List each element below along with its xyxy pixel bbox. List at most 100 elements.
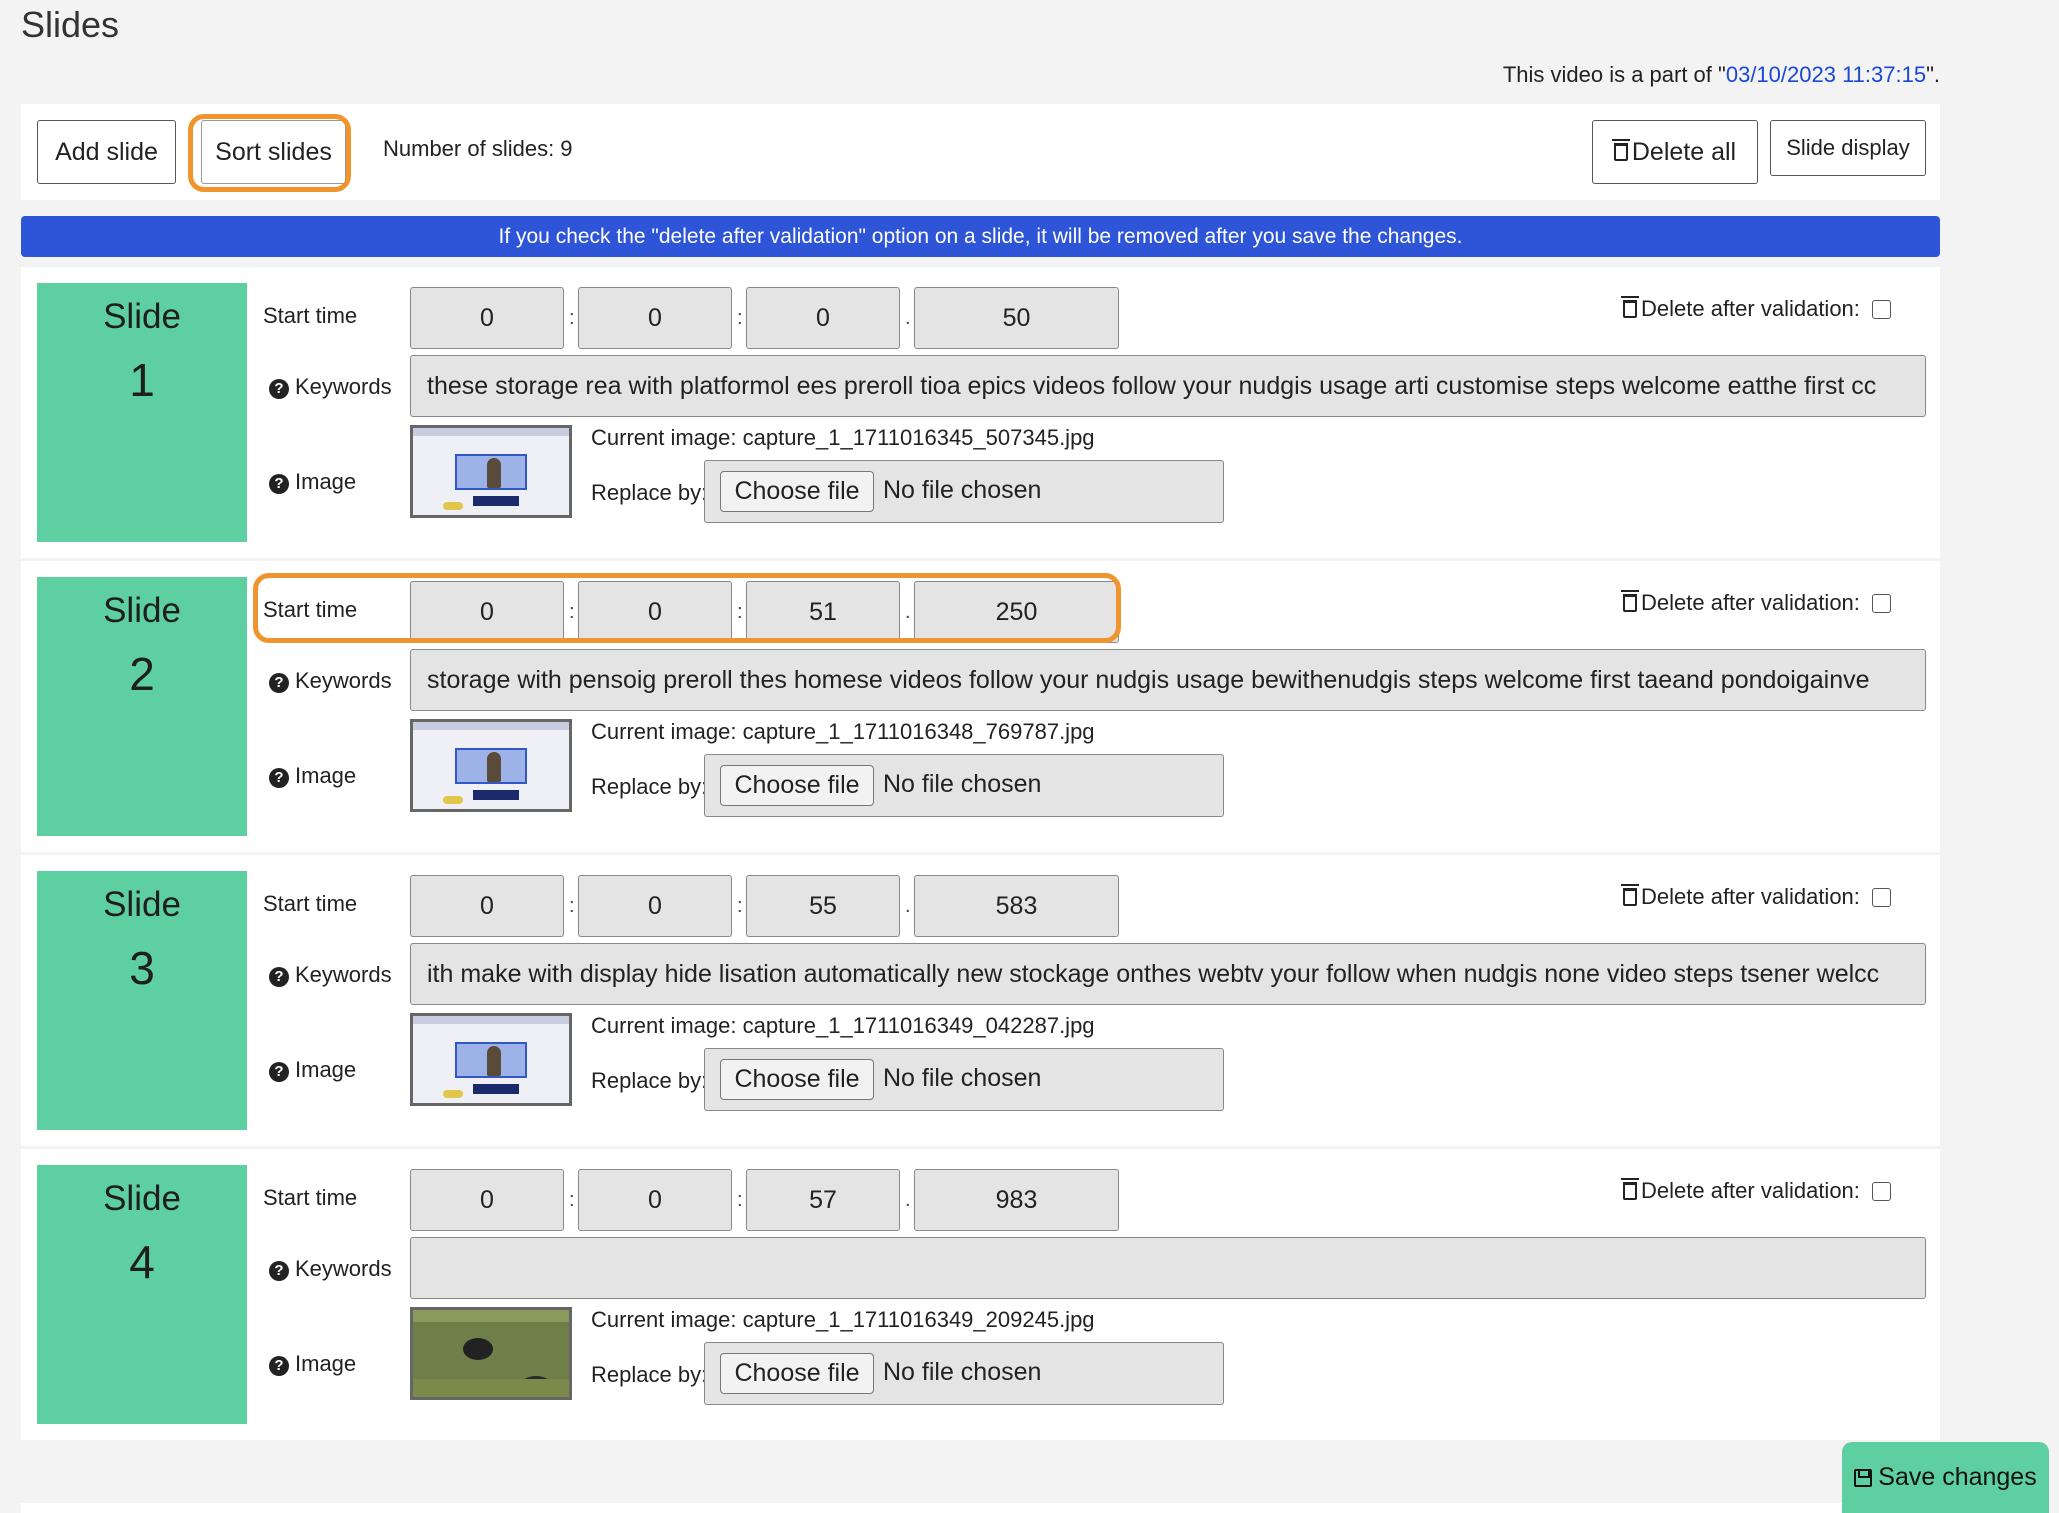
slide-display-button[interactable]: Slide display bbox=[1770, 120, 1926, 176]
current-image-name: Current image: capture_1_1711016345_5073… bbox=[591, 425, 1095, 450]
start-time-milliseconds-input[interactable]: 983 bbox=[914, 1169, 1119, 1231]
start-time-seconds-input[interactable]: 51 bbox=[746, 581, 900, 643]
image-label: ? Image bbox=[263, 1351, 356, 1377]
help-icon[interactable]: ? bbox=[269, 768, 289, 788]
start-time-hours-input[interactable]: 0 bbox=[410, 581, 564, 643]
delete-after-validation-checkbox[interactable] bbox=[1871, 299, 1891, 319]
slide-count: Number of slides: 9 bbox=[383, 136, 573, 161]
start-time-seconds-input[interactable]: 57 bbox=[746, 1169, 900, 1231]
keywords-label-text: Keywords bbox=[295, 374, 392, 399]
slide-badge: Slide 4 bbox=[37, 1165, 247, 1424]
help-icon[interactable]: ? bbox=[269, 673, 289, 693]
replace-by-label: Replace by: bbox=[591, 774, 708, 799]
help-icon[interactable]: ? bbox=[269, 1062, 289, 1082]
keywords-label: ? Keywords bbox=[263, 668, 392, 694]
start-time-hours-input[interactable]: 0 bbox=[410, 287, 564, 349]
start-time-milliseconds-input[interactable]: 250 bbox=[914, 581, 1119, 643]
slide-thumbnail[interactable] bbox=[410, 1013, 572, 1106]
slide-card-4: Slide 4 Start time 0 : 0 : 57 . 983 ? Key… bbox=[21, 1149, 1940, 1440]
choose-file-button[interactable]: Choose file bbox=[720, 1059, 874, 1100]
start-time-minutes-input[interactable]: 0 bbox=[578, 581, 732, 643]
no-file-chosen-text: No file chosen bbox=[883, 1064, 1042, 1092]
slide-thumbnail[interactable] bbox=[410, 719, 572, 812]
start-time-seconds-input[interactable]: 0 bbox=[746, 287, 900, 349]
choose-file-button[interactable]: Choose file bbox=[720, 471, 874, 512]
current-image-name: Current image: capture_1_1711016349_0422… bbox=[591, 1013, 1095, 1038]
delete-after-validation: Delete after validation: bbox=[1621, 1178, 1891, 1204]
slide-badge-label: Slide bbox=[103, 591, 181, 630]
keywords-input[interactable]: these storage rea with platformol ees pr… bbox=[410, 355, 1926, 417]
image-label: ? Image bbox=[263, 763, 356, 789]
no-file-chosen-text: No file chosen bbox=[883, 1358, 1042, 1386]
page-title: Slides bbox=[21, 4, 120, 45]
sort-slides-button[interactable]: Sort slides bbox=[201, 120, 346, 184]
file-input[interactable]: Choose file No file chosen bbox=[704, 754, 1224, 817]
help-icon[interactable]: ? bbox=[269, 474, 289, 494]
add-slide-button[interactable]: Add slide bbox=[37, 120, 176, 184]
time-separator: : bbox=[737, 307, 743, 329]
no-file-chosen-text: No file chosen bbox=[883, 476, 1042, 504]
delete-after-validation-checkbox[interactable] bbox=[1871, 593, 1891, 613]
time-separator: . bbox=[905, 895, 911, 917]
start-time-milliseconds-input[interactable]: 583 bbox=[914, 875, 1119, 937]
trash-icon bbox=[1621, 590, 1639, 612]
start-time-milliseconds-input[interactable]: 50 bbox=[914, 287, 1119, 349]
slide-badge: Slide 2 bbox=[37, 577, 247, 836]
image-label-text: Image bbox=[295, 763, 357, 788]
next-slide-card-edge bbox=[21, 1503, 1940, 1513]
screen-thumbnail-image bbox=[413, 428, 569, 515]
choose-file-button[interactable]: Choose file bbox=[720, 765, 874, 806]
save-changes-button[interactable]: Save changes bbox=[1842, 1442, 2049, 1513]
start-time-minutes-input[interactable]: 0 bbox=[578, 875, 732, 937]
start-time-seconds-input[interactable]: 55 bbox=[746, 875, 900, 937]
keywords-label: ? Keywords bbox=[263, 1256, 392, 1282]
trash-icon bbox=[1621, 296, 1639, 318]
start-time-hours-input[interactable]: 0 bbox=[410, 1169, 564, 1231]
keywords-label-text: Keywords bbox=[295, 962, 392, 987]
start-time-label: Start time bbox=[263, 303, 358, 328]
start-time-label: Start time bbox=[263, 597, 358, 622]
delete-after-validation: Delete after validation: bbox=[1621, 590, 1891, 616]
delete-after-validation-label: Delete after validation: bbox=[1641, 884, 1860, 909]
keywords-label: ? Keywords bbox=[263, 962, 392, 988]
help-icon[interactable]: ? bbox=[269, 1356, 289, 1376]
slide-card-1: Slide 1 Start time 0 : 0 : 0 . 50 ? Keywo… bbox=[21, 267, 1940, 558]
delete-after-validation-checkbox[interactable] bbox=[1871, 1181, 1891, 1201]
delete-after-validation: Delete after validation: bbox=[1621, 296, 1891, 322]
video-part-suffix: ". bbox=[1926, 62, 1940, 87]
file-input[interactable]: Choose file No file chosen bbox=[704, 1048, 1224, 1111]
start-time-minutes-input[interactable]: 0 bbox=[578, 1169, 732, 1231]
slide-badge-label: Slide bbox=[103, 297, 181, 336]
slide-number: 1 bbox=[129, 354, 155, 406]
keywords-input[interactable]: storage with pensoig preroll thes homese… bbox=[410, 649, 1926, 711]
slide-thumbnail[interactable] bbox=[410, 425, 572, 518]
slide-thumbnail[interactable] bbox=[410, 1307, 572, 1400]
start-time-minutes-input[interactable]: 0 bbox=[578, 287, 732, 349]
keywords-input[interactable]: ith make with display hide lisation auto… bbox=[410, 943, 1926, 1005]
save-icon bbox=[1854, 1468, 1873, 1487]
delete-all-button[interactable]: Delete all bbox=[1592, 120, 1758, 184]
choose-file-button[interactable]: Choose file bbox=[720, 1353, 874, 1394]
time-separator: . bbox=[905, 307, 911, 329]
help-icon[interactable]: ? bbox=[269, 967, 289, 987]
time-separator: : bbox=[569, 307, 575, 329]
file-input[interactable]: Choose file No file chosen bbox=[704, 1342, 1224, 1405]
time-separator: . bbox=[905, 1189, 911, 1211]
time-separator: : bbox=[737, 895, 743, 917]
video-part-link[interactable]: 03/10/2023 11:37:15 bbox=[1726, 62, 1926, 87]
time-separator: : bbox=[569, 601, 575, 623]
delete-after-validation-checkbox[interactable] bbox=[1871, 887, 1891, 907]
trash-icon bbox=[1621, 884, 1639, 906]
file-input[interactable]: Choose file No file chosen bbox=[704, 460, 1224, 523]
slide-badge-label: Slide bbox=[103, 1179, 181, 1218]
delete-all-label: Delete all bbox=[1631, 137, 1737, 166]
slide-card-3: Slide 3 Start time 0 : 0 : 55 . 583 ? Key… bbox=[21, 855, 1940, 1146]
help-icon[interactable]: ? bbox=[269, 379, 289, 399]
current-image-name: Current image: capture_1_1711016349_2092… bbox=[591, 1307, 1095, 1332]
help-icon[interactable]: ? bbox=[269, 1261, 289, 1281]
delete-after-validation-label: Delete after validation: bbox=[1641, 590, 1860, 615]
start-time-hours-input[interactable]: 0 bbox=[410, 875, 564, 937]
keywords-input[interactable] bbox=[410, 1237, 1926, 1299]
image-label: ? Image bbox=[263, 469, 356, 495]
image-label-text: Image bbox=[295, 469, 357, 494]
